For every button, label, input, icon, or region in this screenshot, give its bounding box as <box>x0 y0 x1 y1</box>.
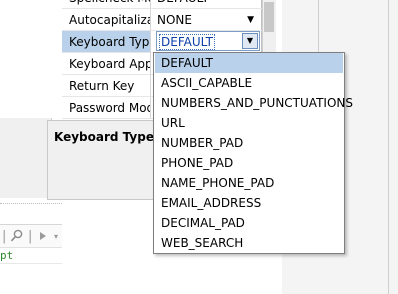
property-value-cell: NONE ▼ <box>151 9 262 31</box>
dropdown-option[interactable]: URL <box>155 113 343 133</box>
search-icon[interactable] <box>10 229 24 247</box>
dropdown-option[interactable]: EMAIL_ADDRESS <box>155 193 343 213</box>
property-value: DEFAULT <box>151 0 262 9</box>
divider <box>0 203 62 204</box>
property-row-spellcheck[interactable]: Spellcheck Mo DEFAULT <box>62 0 262 9</box>
divider <box>388 0 389 294</box>
dropdown-option[interactable]: NUMBER_PAD <box>155 133 343 153</box>
separator: | <box>2 229 7 244</box>
run-icon[interactable] <box>38 230 48 246</box>
editor-gutter <box>0 118 52 198</box>
property-value: NONE <box>157 13 192 27</box>
dropdown-option[interactable]: ASCII_CAPABLE <box>155 73 343 93</box>
property-name: Return Key <box>62 75 151 97</box>
property-name: Spellcheck Mo <box>62 0 151 9</box>
dropdown-option[interactable]: NUMBERS_AND_PUNCTUATIONS <box>155 93 353 113</box>
property-name: Autocapitalizat <box>62 9 151 31</box>
chevron-down-icon[interactable]: ▼ <box>247 9 254 30</box>
keyboard-type-value[interactable]: DEFAULT <box>159 34 215 50</box>
property-row-autocapitalization[interactable]: Autocapitalizat NONE ▼ <box>62 9 262 31</box>
console-toolbar: | | ▾ <box>0 224 62 248</box>
keyboard-type-dropdown: DEFAULT ASCII_CAPABLE NUMBERS_AND_PUNCTU… <box>153 52 353 254</box>
dropdown-option[interactable]: DECIMAL_PAD <box>155 213 343 233</box>
dropdown-option[interactable]: DEFAULT <box>155 53 343 73</box>
dropdown-option[interactable]: PHONE_PAD <box>155 153 343 173</box>
separator: | <box>28 229 33 244</box>
description-title: Keyboard Type <box>54 130 154 144</box>
chevron-down-icon[interactable]: ▾ <box>54 232 58 241</box>
property-name: Password Mode <box>62 97 151 119</box>
keyboard-type-combo[interactable]: DEFAULT ▼ <box>156 31 260 51</box>
dropdown-option[interactable]: WEB_SEARCH <box>155 233 343 253</box>
chevron-down-icon[interactable]: ▼ <box>242 33 258 49</box>
property-name: Keyboard Type <box>62 31 151 53</box>
console-output: pt <box>0 249 14 262</box>
dropdown-option[interactable]: NAME_PHONE_PAD <box>155 173 343 193</box>
scrollbar-thumb[interactable] <box>264 2 274 32</box>
property-name: Keyboard Appe <box>62 53 151 75</box>
